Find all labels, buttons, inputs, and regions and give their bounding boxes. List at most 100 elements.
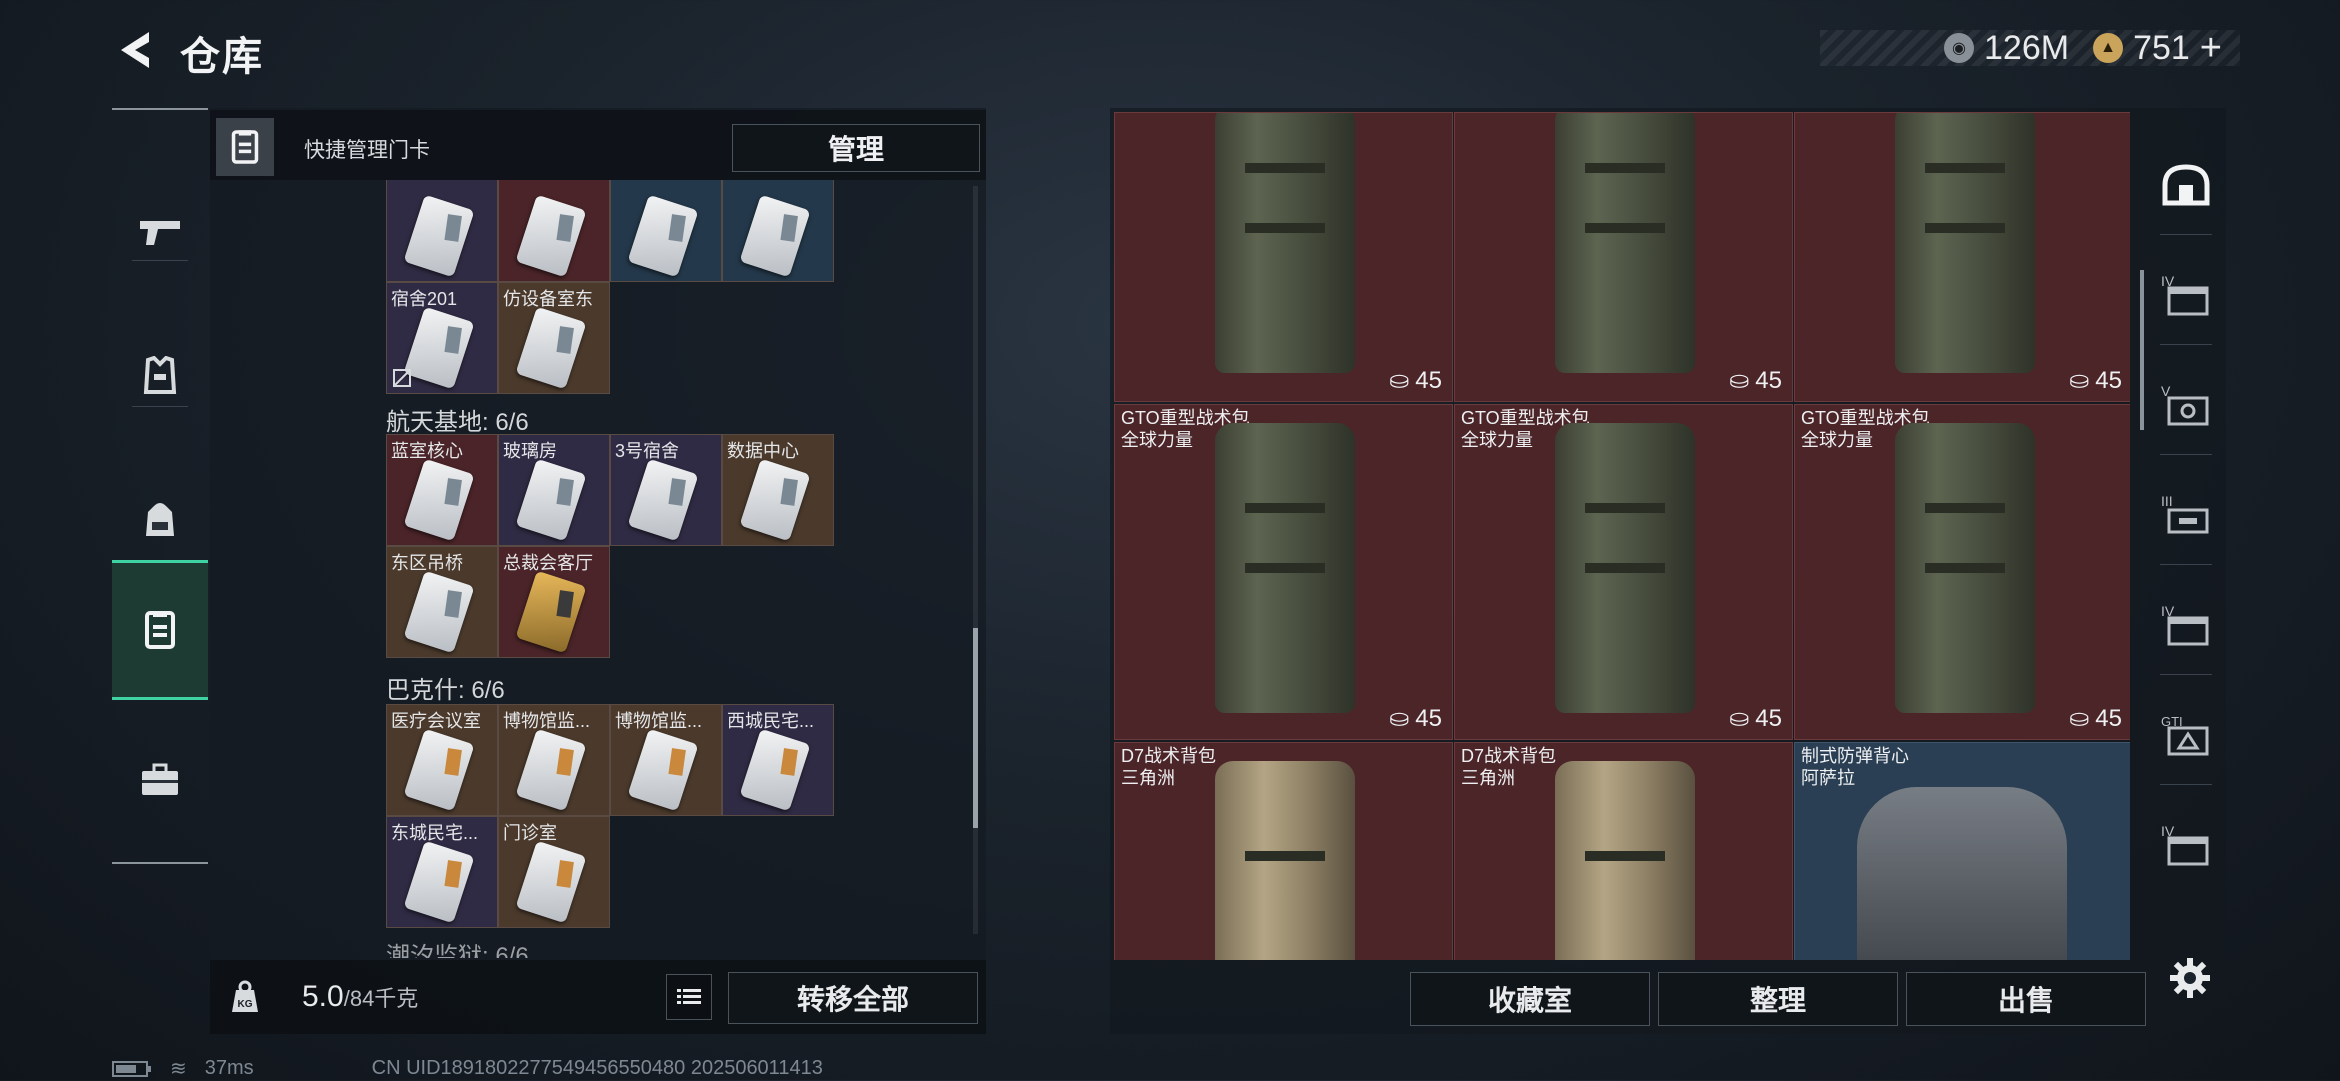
nav-armor[interactable] [112,306,208,446]
item-count: ⛀ 45 [1389,704,1442,733]
sell-button[interactable]: 出售 [1906,972,2146,1026]
quick-manage-header: 快捷管理门卡 管理 [210,110,986,180]
back-button[interactable] [110,22,160,78]
container-slot[interactable]: IV [2146,790,2226,900]
currency-bar: ◉ 126M ▲ 751 + [1820,27,2240,69]
keycard-slot[interactable]: 宿舍201 [386,282,498,394]
keycard-slot[interactable] [386,180,498,282]
keycard-slot[interactable]: 总裁会客厅 [498,546,610,658]
keycard-slot[interactable] [722,180,834,282]
inventory-item[interactable]: GTO重型战术包 全球力量 ⛀ 45 [1794,404,2130,740]
container-slot[interactable]: IV [2146,240,2226,350]
container-home[interactable] [2146,130,2226,240]
nav-weapons[interactable] [112,162,208,302]
keycard-slot[interactable]: 博物馆监... [498,704,610,816]
sort-button[interactable]: 整理 [1658,972,1898,1026]
wifi-icon: ≋ [170,1058,187,1080]
keycard-name: 仿设备室东 [503,289,593,309]
keycard-slot[interactable]: 博物馆监... [610,704,722,816]
item-count-value: 45 [1755,704,1782,732]
inventory-item[interactable]: ⛀ 45 [1454,112,1793,402]
svg-text:KG: KG [238,999,253,1010]
weight-readout: 5.0/84千克 [302,980,418,1014]
keycard-list[interactable]: 宿舍201 仿设备室东 航天基地: 6/6 蓝室核心 玻璃房 3号宿舍 数据中心… [210,180,970,958]
inventory-grid[interactable]: ⛀ 45 ⛀ 45 ⛀ 45 GTO重型战术包 全球力量 ⛀ 45 GTO重型战术包 全球力… [1114,112,2130,960]
weight-max: /84千克 [343,986,419,1011]
keycard-name: 宿舍201 [391,289,458,309]
item-count-value: 45 [2095,366,2122,394]
collection-room-button[interactable]: 收藏室 [1410,972,1650,1026]
add-currency-button[interactable]: + [2200,27,2222,70]
settings-button[interactable] [2162,950,2218,1006]
inventory-item[interactable]: ⛀ 45 [1114,112,1453,402]
toolbox-icon [142,763,178,795]
keycard-panel: 宿舍201 仿设备室东 航天基地: 6/6 蓝室核心 玻璃房 3号宿舍 数据中心… [210,108,986,1034]
weight-icon: ⛀ [1389,705,1410,732]
keycard-slot[interactable] [498,180,610,282]
inventory-item[interactable]: D7战术背包 三角洲 [1454,742,1793,960]
inventory-item[interactable]: 制式防弹背心 阿萨拉 [1794,742,2130,960]
back-arrow-icon [121,32,149,68]
uid-text: CN UID1891802277549456550480 20250601141… [371,1057,823,1079]
item-name-line2: 三角洲 [1121,768,1175,788]
keycard-slot[interactable]: 东城民宅... [386,816,498,928]
keycard-slot[interactable] [610,180,722,282]
gear-icon [2170,958,2210,998]
keycard-name: 总裁会客厅 [503,553,593,573]
item-count-value: 45 [1755,366,1782,394]
keycard-slot[interactable]: 西城民宅... [722,704,834,816]
armor-icon [143,356,177,394]
nav-tools[interactable] [112,710,208,850]
inventory-item[interactable]: GTO重型战术包 全球力量 ⛀ 45 [1454,404,1793,740]
inventory-panel: ⛀ 45 ⛀ 45 ⛀ 45 GTO重型战术包 全球力量 ⛀ 45 GTO重型战术包 全球力… [1110,108,2226,1034]
container-nav: IV V III IV GTI IV [2146,130,2226,950]
nav-keycards[interactable] [112,560,208,700]
weight-icon: ⛀ [1729,705,1750,732]
container-slot[interactable]: III [2146,460,2226,570]
money-amount: 126M [1984,28,2070,67]
keycard-scrollbar-thumb[interactable] [973,628,978,828]
keycard-slot[interactable]: 3号宿舍 [610,434,722,546]
list-view-button[interactable] [666,974,712,1020]
vest-image [1857,787,2067,960]
container-slot[interactable]: IV [2146,570,2226,680]
item-name-line1: D7战术背包 [1461,746,1557,766]
keycard-slot[interactable]: 蓝室核心 [386,434,498,546]
weight-bar: KG 5.0/84千克 转移全部 [210,960,986,1034]
coin-icon: ▲ [2093,33,2124,63]
item-name: D7战术背包 三角洲 [1461,745,1556,789]
keycard-slot[interactable]: 医疗会议室 [386,704,498,816]
keycard-name: 医疗会议室 [391,711,481,731]
status-bar: ≋ 37ms CN UID1891802277549456550480 2025… [112,1056,823,1081]
item-count-value: 45 [2095,704,2122,732]
keycard-name: 3号宿舍 [615,441,680,461]
keycard-name: 西城民宅... [727,711,815,731]
inventory-item[interactable]: D7战术背包 三角洲 [1114,742,1453,960]
container-slot[interactable]: GTI [2146,680,2226,790]
item-count: ⛀ 45 [2069,366,2122,395]
weight-icon: ⛀ [2069,367,2090,394]
manage-button[interactable]: 管理 [732,124,980,172]
item-count: ⛀ 45 [1729,704,1782,733]
weight-current: 5.0 [302,980,344,1013]
keycard-slot[interactable]: 东区吊桥 [386,546,498,658]
item-count: ⛀ 45 [1729,366,1782,395]
safe-icon: V [2161,383,2209,426]
keycard-slot[interactable]: 数据中心 [722,434,834,546]
weight-icon: KG [216,968,274,1026]
backpack-icon [146,503,174,536]
money-icon: ◉ [1944,33,1974,63]
item-count: ⛀ 45 [2069,704,2122,733]
inventory-item[interactable]: GTO重型战术包 全球力量 ⛀ 45 [1114,404,1453,740]
container-scrollbar[interactable] [2140,270,2144,430]
keycard-slot[interactable]: 门诊室 [498,816,610,928]
weight-icon: ⛀ [1729,367,1750,394]
keycard-slot[interactable]: 仿设备室东 [498,282,610,394]
keycard-name: 博物馆监... [503,711,591,731]
keycard-slot[interactable]: 玻璃房 [498,434,610,546]
inventory-item[interactable]: ⛀ 45 [1794,112,2130,402]
transfer-all-button[interactable]: 转移全部 [728,972,978,1024]
container-slot[interactable]: V [2146,350,2226,460]
weight-icon: ⛀ [2069,705,2090,732]
gun-icon [140,221,180,245]
